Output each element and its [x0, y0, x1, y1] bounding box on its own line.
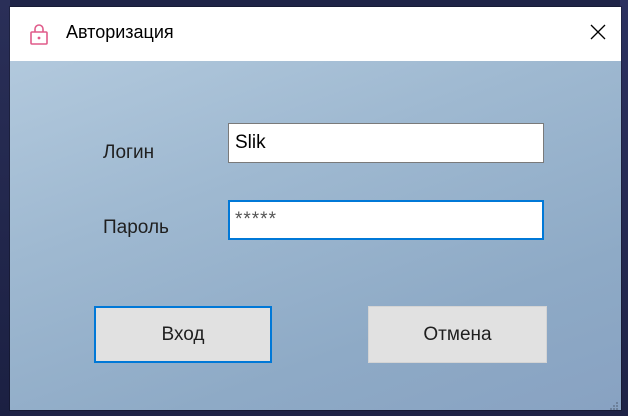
login-label: Логин	[103, 142, 155, 163]
password-input[interactable]	[228, 200, 544, 240]
login-window: Авторизация Логин Пароль Вход Отмена	[10, 7, 621, 410]
window-title: Авторизация	[66, 22, 174, 42]
close-icon	[590, 24, 606, 45]
cancel-button[interactable]: Отмена	[368, 306, 547, 363]
lock-icon	[28, 23, 50, 45]
login-button[interactable]: Вход	[94, 306, 272, 363]
login-input[interactable]	[228, 123, 544, 163]
desktop-backdrop-left	[0, 0, 10, 416]
close-button[interactable]	[575, 7, 621, 61]
resize-grip-icon[interactable]	[609, 398, 619, 410]
desktop-backdrop-right	[620, 0, 628, 416]
password-label: Пароль	[103, 217, 169, 238]
title-bar[interactable]: Авторизация	[10, 7, 621, 61]
